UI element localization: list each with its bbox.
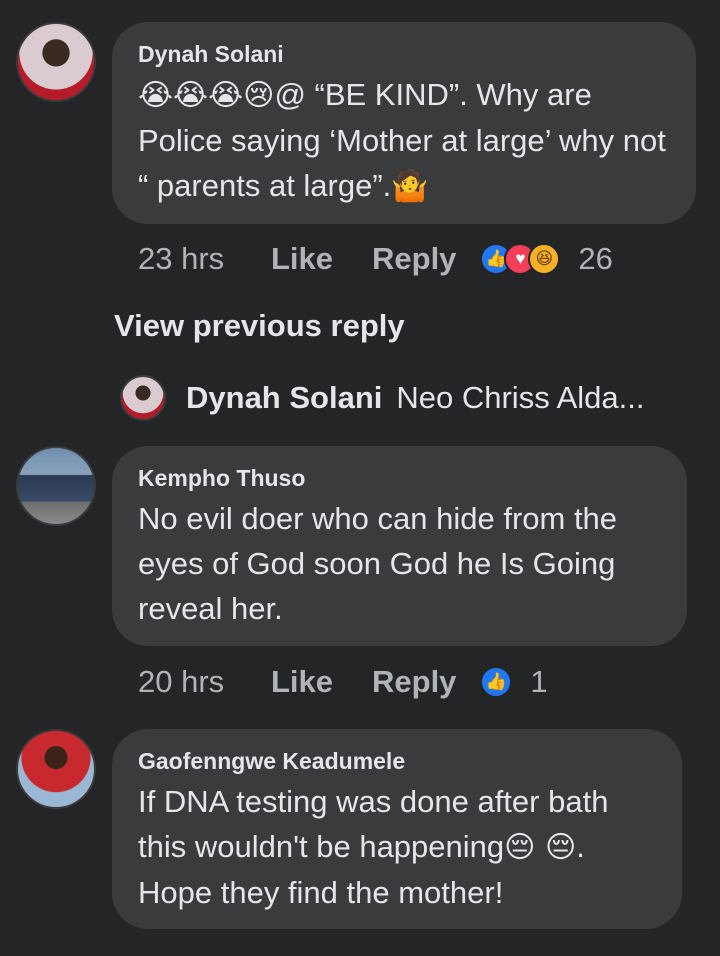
comment-actions-2: 20 hrs Like Reply 👍 1 [138, 662, 548, 702]
pensive-emoji-group: 😔 😔 [504, 830, 577, 865]
reaction-count[interactable]: 26 [578, 241, 612, 277]
comment-author[interactable]: Dynah Solani [138, 40, 670, 68]
haha-icon: 😆 [528, 243, 561, 275]
comment-bubble-1: Dynah Solani 😭😭😭😢@ “BE KIND”. Why are Po… [112, 22, 696, 224]
comment-author[interactable]: Gaofenngwe Keadumele [138, 747, 656, 775]
comment-author[interactable]: Kempho Thuso [138, 464, 661, 492]
like-button[interactable]: Like [271, 241, 372, 277]
view-previous-reply-link[interactable]: View previous reply [114, 308, 405, 344]
reply-author[interactable]: Dynah Solani [186, 380, 382, 416]
like-button[interactable]: Like [271, 664, 372, 700]
reply-snippet: Neo Chriss Alda... [396, 380, 645, 415]
avatar-kempho-thuso[interactable] [16, 446, 96, 526]
comment-actions-1: 23 hrs Like Reply 👍 ♥ 😆 26 [138, 239, 613, 279]
shrug-emoji: 🤷 [391, 169, 429, 204]
comment-timestamp[interactable]: 23 hrs [138, 241, 271, 277]
crying-emoji-group: 😭😭😭😢 [138, 78, 275, 113]
reply-avatar [120, 375, 166, 421]
comment-timestamp[interactable]: 20 hrs [138, 664, 271, 700]
comment-bubble-2: Kempho Thuso No evil doer who can hide f… [112, 446, 687, 646]
avatar-dynah-solani[interactable] [16, 22, 96, 102]
like-icon: 👍 [480, 666, 513, 698]
comment-text: If DNA testing was done after bath this … [138, 779, 656, 915]
reply-preview[interactable]: Dynah Solani Neo Chriss Alda... [120, 375, 644, 421]
comment-text: 😭😭😭😢@ “BE KIND”. Why are Police saying ‘… [138, 72, 670, 209]
comment-bubble-3: Gaofenngwe Keadumele If DNA testing was … [112, 729, 682, 929]
reaction-summary[interactable]: 👍 [480, 666, 513, 698]
reply-button[interactable]: Reply [372, 664, 456, 700]
reaction-count[interactable]: 1 [530, 664, 547, 700]
reply-button[interactable]: Reply [372, 241, 456, 277]
comment-text: No evil doer who can hide from the eyes … [138, 501, 618, 626]
avatar-gaofenngwe-keadumele[interactable] [16, 729, 96, 809]
reaction-summary[interactable]: 👍 ♥ 😆 [480, 243, 561, 275]
